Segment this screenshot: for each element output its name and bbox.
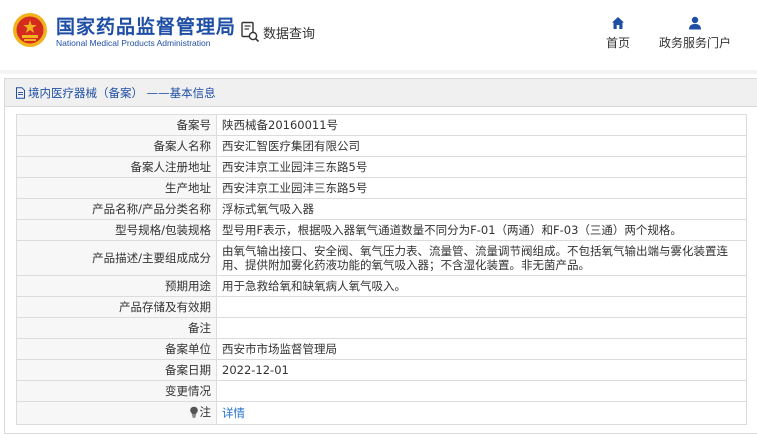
row-value [216,296,747,318]
row-value: 型号用F表示，根据吸入器氧气通道数量不同分为F-01（两通）和F-03（三通）两… [216,219,747,241]
row-key: 备案日期 [16,359,217,381]
row-value: 西安沣京工业园沣三东路5号 [216,156,747,178]
row-value: 西安汇智医疗集团有限公司 [216,135,747,157]
row-value: 陕西械备20160011号 [216,114,747,136]
row-key: 预期用途 [16,275,217,297]
details-link[interactable]: 详情 [222,406,245,420]
document-search-icon [241,21,260,43]
national-emblem-logo[interactable] [12,12,48,48]
row-key: 备案号 [16,114,217,136]
site-title[interactable]: 国家药品监督管理局 [56,12,236,39]
document-icon [16,86,25,99]
row-value: 浮标式氧气吸入器 [216,198,747,220]
row-key: 备注 [16,317,217,339]
row-value: 由氧气输出接口、安全阀、氧气压力表、流量管、流量调节阀组成。不包括氧气输出端与雾… [216,240,747,276]
note-key-cell: 注 [16,401,217,425]
row-key: 生产地址 [16,177,217,199]
row-key: 备案单位 [16,338,217,360]
table-row: 备案日期 2022-12-01 [16,359,747,381]
panel-title: 境内医疗器械（备案） ——基本信息 [5,79,757,107]
row-key: 型号规格/包装规格 [16,219,217,241]
note-row: 注 详情 [16,401,747,425]
row-key: 备案人名称 [16,135,217,157]
table-row: 生产地址 西安沣京工业园沣三东路5号 [16,177,747,199]
detail-panel: 境内医疗器械（备案） ——基本信息 备案号 陕西械备20160011号 备案人名… [4,78,757,434]
row-key: 产品名称/产品分类名称 [16,198,217,220]
row-key: 变更情况 [16,380,217,402]
table-row: 产品名称/产品分类名称 浮标式氧气吸入器 [16,198,747,220]
table-row: 产品存储及有效期 [16,296,747,318]
row-value [216,317,747,339]
site-subtitle: National Medical Products Administration [56,38,211,48]
note-value-cell: 详情 [216,401,747,425]
home-icon [612,17,624,29]
row-value: 2022-12-01 [216,359,747,381]
panel-title-text: 境内医疗器械（备案） ——基本信息 [28,85,216,100]
row-key: 备案人注册地址 [16,156,217,178]
nav-home-label: 首页 [605,36,630,50]
user-icon [689,16,701,30]
data-query-label: 数据查询 [263,26,316,42]
header-divider [0,70,757,74]
row-value [216,380,747,402]
table-row: 备案单位 西安市市场监督管理局 [16,338,747,360]
row-value: 西安市市场监督管理局 [216,338,747,360]
row-key: 产品描述/主要组成成分 [16,240,217,276]
basic-info-table: 备案号 陕西械备20160011号 备案人名称 西安汇智医疗集团有限公司 备案人… [16,114,747,425]
table-row: 产品描述/主要组成成分 由氧气输出接口、安全阀、氧气压力表、流量管、流量调节阀组… [16,240,747,276]
nav-service-portal[interactable]: 政务服务门户 [655,16,735,51]
nav-home[interactable]: 首页 [598,16,638,51]
site-header: 国家药品监督管理局 National Medical Products Admi… [0,0,757,70]
data-query-link[interactable]: 数据查询 [240,20,315,44]
table-row: 备注 [16,317,747,339]
row-key: 产品存储及有效期 [16,296,217,318]
table-row: 备案号 陕西械备20160011号 [16,114,747,136]
table-row: 备案人名称 西安汇智医疗集团有限公司 [16,135,747,157]
table-row: 变更情况 [16,380,747,402]
table-row: 型号规格/包装规格 型号用F表示，根据吸入器氧气通道数量不同分为F-01（两通）… [16,219,747,241]
table-row: 预期用途 用于急救给氧和缺氧病人氧气吸入。 [16,275,747,297]
lightbulb-icon [189,406,198,418]
note-key: 注 [199,405,212,419]
row-value: 用于急救给氧和缺氧病人氧气吸入。 [216,275,747,297]
row-value: 西安沣京工业园沣三东路5号 [216,177,747,199]
nav-service-portal-label: 政务服务门户 [658,36,731,50]
table-row: 备案人注册地址 西安沣京工业园沣三东路5号 [16,156,747,178]
